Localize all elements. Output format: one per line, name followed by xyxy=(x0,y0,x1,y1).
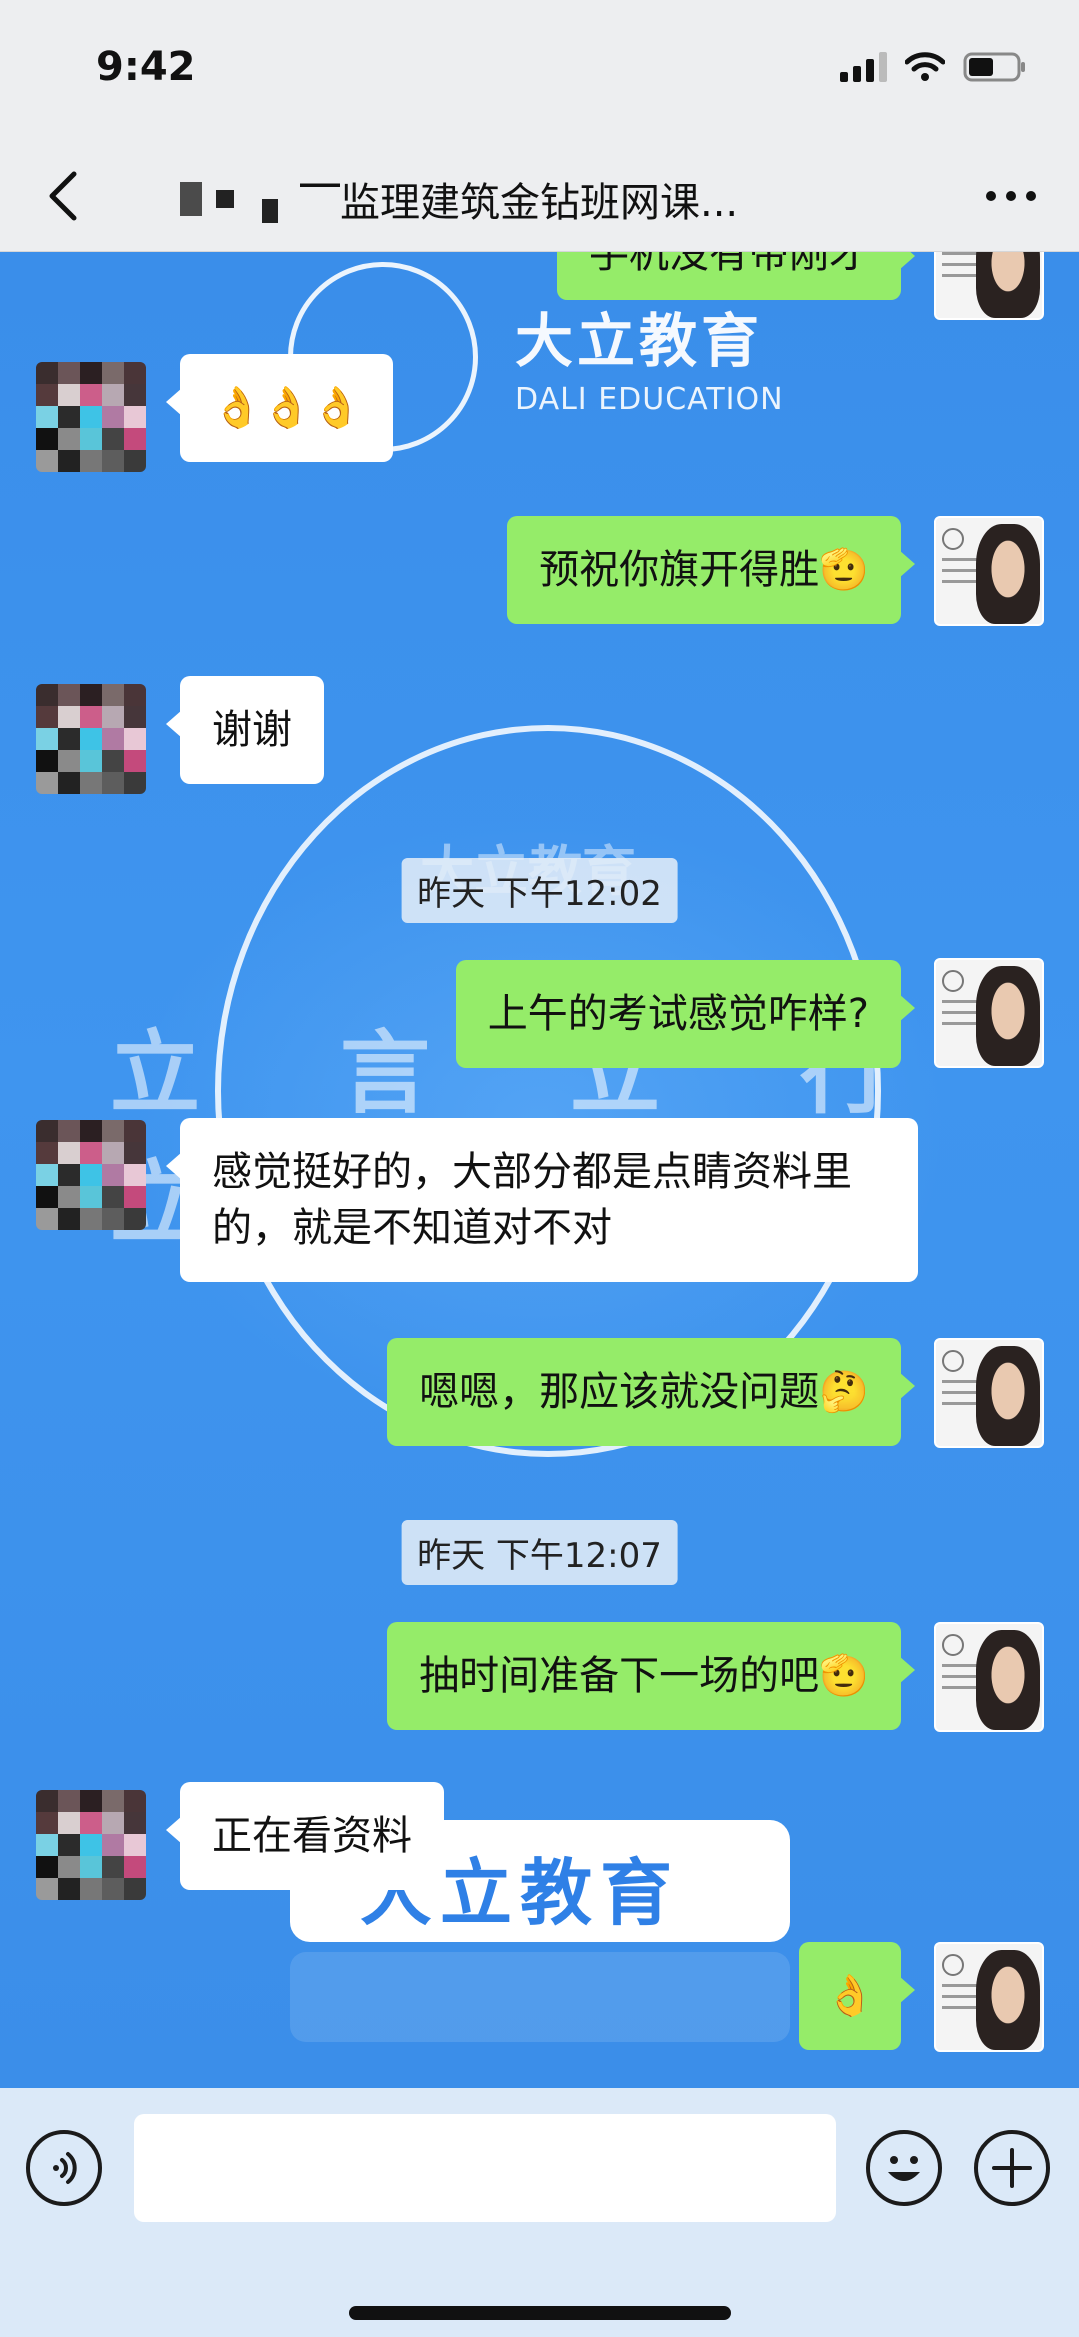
timestamp: 昨天 下午12:07 xyxy=(401,1520,678,1585)
message-text: 👌👌👌 xyxy=(212,385,362,431)
chat-title-area[interactable]: ⎺监理建筑金钻班网课... xyxy=(180,170,900,228)
chat-area[interactable]: 大立教育 DALI EDUCATION 大立教育 立言立行立德 大立教育 手机没… xyxy=(0,252,1079,2088)
avatar-self[interactable] xyxy=(934,516,1044,626)
avatar-self[interactable] xyxy=(934,1622,1044,1732)
avatar-contact[interactable] xyxy=(36,1790,146,1900)
message-text: 手机没有带刚才 xyxy=(589,252,869,277)
avatar-self[interactable] xyxy=(934,1942,1044,2052)
wallpaper-logo-text: 大立教育 xyxy=(515,307,764,375)
message-text: 上午的考试感觉咋样? xyxy=(487,991,869,1037)
plus-icon[interactable] xyxy=(974,2130,1050,2206)
status-bar: 9:42 xyxy=(0,0,1079,140)
message-bubble-outgoing[interactable]: 抽时间准备下一场的吧🫡 xyxy=(387,1622,915,1730)
message-bubble-incoming[interactable]: 正在看资料 xyxy=(166,1782,444,1890)
message-text: 👌 xyxy=(825,1973,875,2019)
message-text: 感觉挺好的，大部分都是点睛资料里的，就是不知道对不对 xyxy=(212,1149,852,1251)
message-bubble-incoming[interactable]: 👌👌👌 xyxy=(165,354,394,462)
redacted-name-mosaic xyxy=(180,175,278,223)
message-bubble-outgoing[interactable]: 手机没有带刚才 xyxy=(557,252,915,300)
message-text: 抽时间准备下一场的吧🫡 xyxy=(419,1653,869,1699)
home-indicator[interactable] xyxy=(349,2306,731,2320)
message-input[interactable] xyxy=(134,2114,836,2222)
chat-title: ⎺监理建筑金钻班网课... xyxy=(300,180,739,226)
chevron-left-icon[interactable] xyxy=(40,168,88,224)
message-bubble-outgoing[interactable]: 预祝你旗开得胜🫡 xyxy=(507,516,915,624)
avatar-contact[interactable] xyxy=(36,684,146,794)
avatar-self[interactable] xyxy=(934,1338,1044,1448)
message-bubble-incoming[interactable]: 感觉挺好的，大部分都是点睛资料里的，就是不知道对不对 xyxy=(166,1118,918,1282)
status-icons xyxy=(840,52,1027,82)
cellular-signal-icon xyxy=(840,52,887,82)
message-bubble-outgoing[interactable]: 👌 xyxy=(799,1942,915,2050)
input-bar xyxy=(0,2088,1079,2337)
message-text: 嗯嗯，那应该就没问题🤔 xyxy=(419,1369,869,1415)
wallpaper-banner-reflection xyxy=(290,1952,790,2042)
battery-icon xyxy=(963,52,1027,82)
ellipsis-icon[interactable] xyxy=(983,180,1039,212)
timestamp: 昨天 下午12:02 xyxy=(401,858,678,923)
smiley-icon[interactable] xyxy=(866,2130,942,2206)
avatar-self[interactable] xyxy=(934,958,1044,1068)
chat-header: ⎺监理建筑金钻班网课... xyxy=(0,140,1079,252)
message-bubble-outgoing[interactable]: 上午的考试感觉咋样? xyxy=(455,960,916,1068)
avatar-contact[interactable] xyxy=(36,362,146,472)
message-text: 正在看资料 xyxy=(212,1813,412,1859)
avatar-self[interactable] xyxy=(934,252,1044,320)
voice-icon[interactable] xyxy=(26,2130,102,2206)
message-bubble-outgoing[interactable]: 嗯嗯，那应该就没问题🤔 xyxy=(387,1338,915,1446)
wallpaper-logo-subtitle: DALI EDUCATION xyxy=(515,382,784,417)
message-bubble-incoming[interactable]: 谢谢 xyxy=(166,676,324,784)
avatar-contact[interactable] xyxy=(36,1120,146,1230)
message-text: 谢谢 xyxy=(212,707,292,753)
wifi-icon xyxy=(905,52,945,82)
status-time: 9:42 xyxy=(96,44,196,90)
message-text: 预祝你旗开得胜🫡 xyxy=(539,547,869,593)
